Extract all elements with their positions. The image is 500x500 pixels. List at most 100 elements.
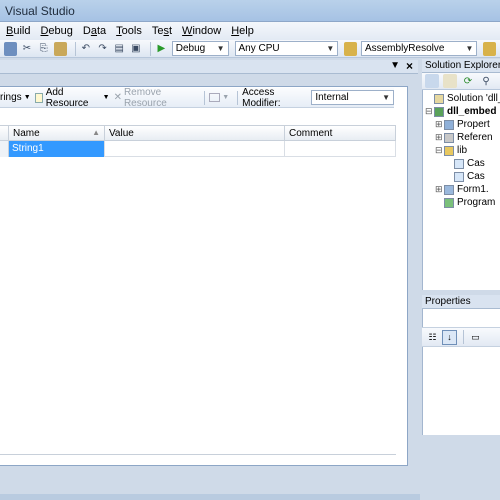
- find-icon[interactable]: ▣: [130, 42, 143, 56]
- menu-data[interactable]: Data: [83, 25, 106, 37]
- properties-toolbar: ☷ ↓ ▭: [422, 327, 500, 347]
- views-button[interactable]: ▼: [209, 93, 229, 102]
- chevron-down-icon: ▼: [465, 44, 474, 53]
- close-icon[interactable]: ×: [406, 59, 413, 73]
- access-modifier-dropdown[interactable]: Internal ▼: [311, 90, 394, 105]
- tree-item[interactable]: ⊟ lib: [435, 145, 467, 156]
- row-selector[interactable]: [0, 141, 9, 157]
- tree-item-icon: [434, 106, 444, 117]
- chevron-down-icon: ▼: [222, 94, 230, 101]
- configuration-dropdown[interactable]: Debug ▼: [171, 41, 229, 56]
- tree-item-label: Program: [457, 197, 496, 208]
- show-all-files-icon[interactable]: [443, 74, 457, 88]
- tree-expander-icon[interactable]: ⊟: [435, 145, 444, 156]
- toolbar-separator: [204, 90, 206, 105]
- cut-icon[interactable]: ✂: [21, 42, 34, 56]
- tree-item[interactable]: ⊞ Propert: [435, 119, 490, 130]
- paste-icon[interactable]: [53, 41, 67, 56]
- property-pages-icon[interactable]: ▭: [468, 330, 483, 345]
- column-header-comment[interactable]: Comment: [285, 126, 396, 142]
- tree-item-icon: [444, 132, 454, 143]
- column-header-name[interactable]: Name ▲: [9, 126, 105, 142]
- navigate-icon[interactable]: ▤: [113, 42, 126, 56]
- alphabetical-icon[interactable]: ↓: [442, 329, 457, 345]
- column-value-label: Value: [109, 128, 134, 139]
- column-comment-label: Comment: [289, 128, 333, 139]
- chevron-down-icon: ▼: [102, 94, 110, 101]
- chevron-down-icon: ▼: [326, 44, 335, 53]
- menu-debug[interactable]: Debug: [40, 25, 72, 37]
- platform-dropdown[interactable]: Any CPU ▼: [234, 41, 339, 56]
- column-header-value[interactable]: Value: [105, 126, 285, 142]
- platform-value: Any CPU: [238, 43, 280, 54]
- table-row[interactable]: String1: [0, 141, 396, 157]
- access-modifier-value: Internal: [315, 92, 349, 103]
- tree-expander-icon[interactable]: ⊟: [425, 106, 434, 117]
- tree-item[interactable]: Cas: [445, 158, 485, 169]
- cell-name[interactable]: String1: [9, 141, 105, 157]
- solution-explorer-title: Solution Explorer - d: [422, 59, 500, 73]
- tree-item-label: Referen: [457, 132, 493, 143]
- chevron-down-icon: ▼: [216, 44, 225, 53]
- tree-item[interactable]: ⊟ dll_embed: [425, 106, 496, 117]
- resource-grid: [0, 125, 396, 455]
- tree-item[interactable]: ⊞ Form1.: [435, 184, 489, 195]
- tree-item[interactable]: Program: [435, 197, 495, 208]
- start-debugging-icon[interactable]: ▶: [155, 42, 168, 56]
- document-tab-strip: ▼ ×: [0, 59, 418, 74]
- save-all-icon[interactable]: [4, 41, 17, 56]
- toolbar-separator: [74, 41, 76, 56]
- refresh-icon[interactable]: ⟳: [461, 74, 475, 88]
- toolbar-separator: [463, 330, 464, 344]
- tree-item-icon: [434, 93, 444, 104]
- tree-expander-icon[interactable]: ⊞: [435, 184, 444, 195]
- tree-item-label: dll_embed: [447, 106, 497, 117]
- tree-item[interactable]: ⊞ Referen: [435, 132, 493, 143]
- tree-item-label: Propert: [457, 119, 490, 130]
- tree-item-label: Cas: [467, 171, 485, 182]
- tree-item[interactable]: Solution 'dll_e: [425, 93, 500, 104]
- tree-item-icon: [454, 158, 464, 169]
- redo-icon[interactable]: ↷: [96, 42, 109, 56]
- cell-comment[interactable]: [285, 141, 396, 157]
- project-icon: [344, 41, 357, 56]
- add-resource-button[interactable]: Add Resource ▼: [34, 87, 110, 109]
- tree-item[interactable]: Cas: [445, 171, 485, 182]
- cell-value[interactable]: [105, 141, 285, 157]
- solution-tree: Solution 'dll_e⊟dll_embed⊞Propert⊞Refere…: [422, 90, 500, 290]
- undo-icon[interactable]: ↶: [80, 42, 93, 56]
- tree-item-label: lib: [457, 145, 468, 156]
- menu-bar: Build Debug Data Tools Test Window Help: [0, 22, 500, 40]
- access-modifier-label: Access Modifier:: [242, 86, 281, 109]
- window-menu-icon[interactable]: ▼: [390, 60, 400, 71]
- remove-icon: ✕: [113, 92, 122, 103]
- toolbar-separator: [237, 90, 239, 105]
- tree-expander-icon[interactable]: ⊞: [435, 132, 444, 143]
- menu-tools[interactable]: Tools: [116, 25, 142, 37]
- startup-project-value: AssemblyResolve: [364, 43, 445, 54]
- menu-window[interactable]: Window: [182, 25, 221, 37]
- startup-project-dropdown[interactable]: AssemblyResolve ▼: [360, 41, 478, 56]
- solution-explorer-toolbar: ⟳ ⚲: [422, 73, 500, 90]
- chevron-down-icon: ▼: [382, 93, 390, 102]
- tree-expander-icon[interactable]: ⊞: [435, 119, 444, 130]
- view-code-icon[interactable]: ⚲: [479, 74, 493, 88]
- tree-item-icon: [444, 119, 454, 130]
- remove-resource-label: Remove Resource: [123, 86, 167, 109]
- tree-item-icon: [444, 145, 454, 156]
- categorized-icon[interactable]: ☷: [425, 330, 440, 345]
- tree-item-label: Cas: [467, 158, 485, 169]
- properties-icon[interactable]: [425, 74, 439, 88]
- menu-test[interactable]: Test: [152, 25, 172, 37]
- chevron-down-icon: ▼: [23, 94, 31, 101]
- standard-toolbar: ✂ ⎘ ↶ ↷ ▤ ▣ ▶ Debug ▼ Any CPU ▼ Assembly…: [0, 40, 500, 58]
- resource-type-dropdown[interactable]: rings ▼: [0, 92, 31, 103]
- menu-build[interactable]: Build: [6, 25, 30, 37]
- title-bar: [0, 0, 500, 22]
- resource-type-value: rings: [0, 92, 22, 103]
- toolbar-overflow-icon[interactable]: [483, 41, 497, 56]
- remove-resource-button[interactable]: ✕ Remove Resource: [114, 87, 197, 109]
- sort-ascending-icon: ▲: [92, 128, 100, 137]
- copy-icon[interactable]: ⎘: [37, 42, 50, 56]
- menu-help[interactable]: Help: [231, 25, 254, 37]
